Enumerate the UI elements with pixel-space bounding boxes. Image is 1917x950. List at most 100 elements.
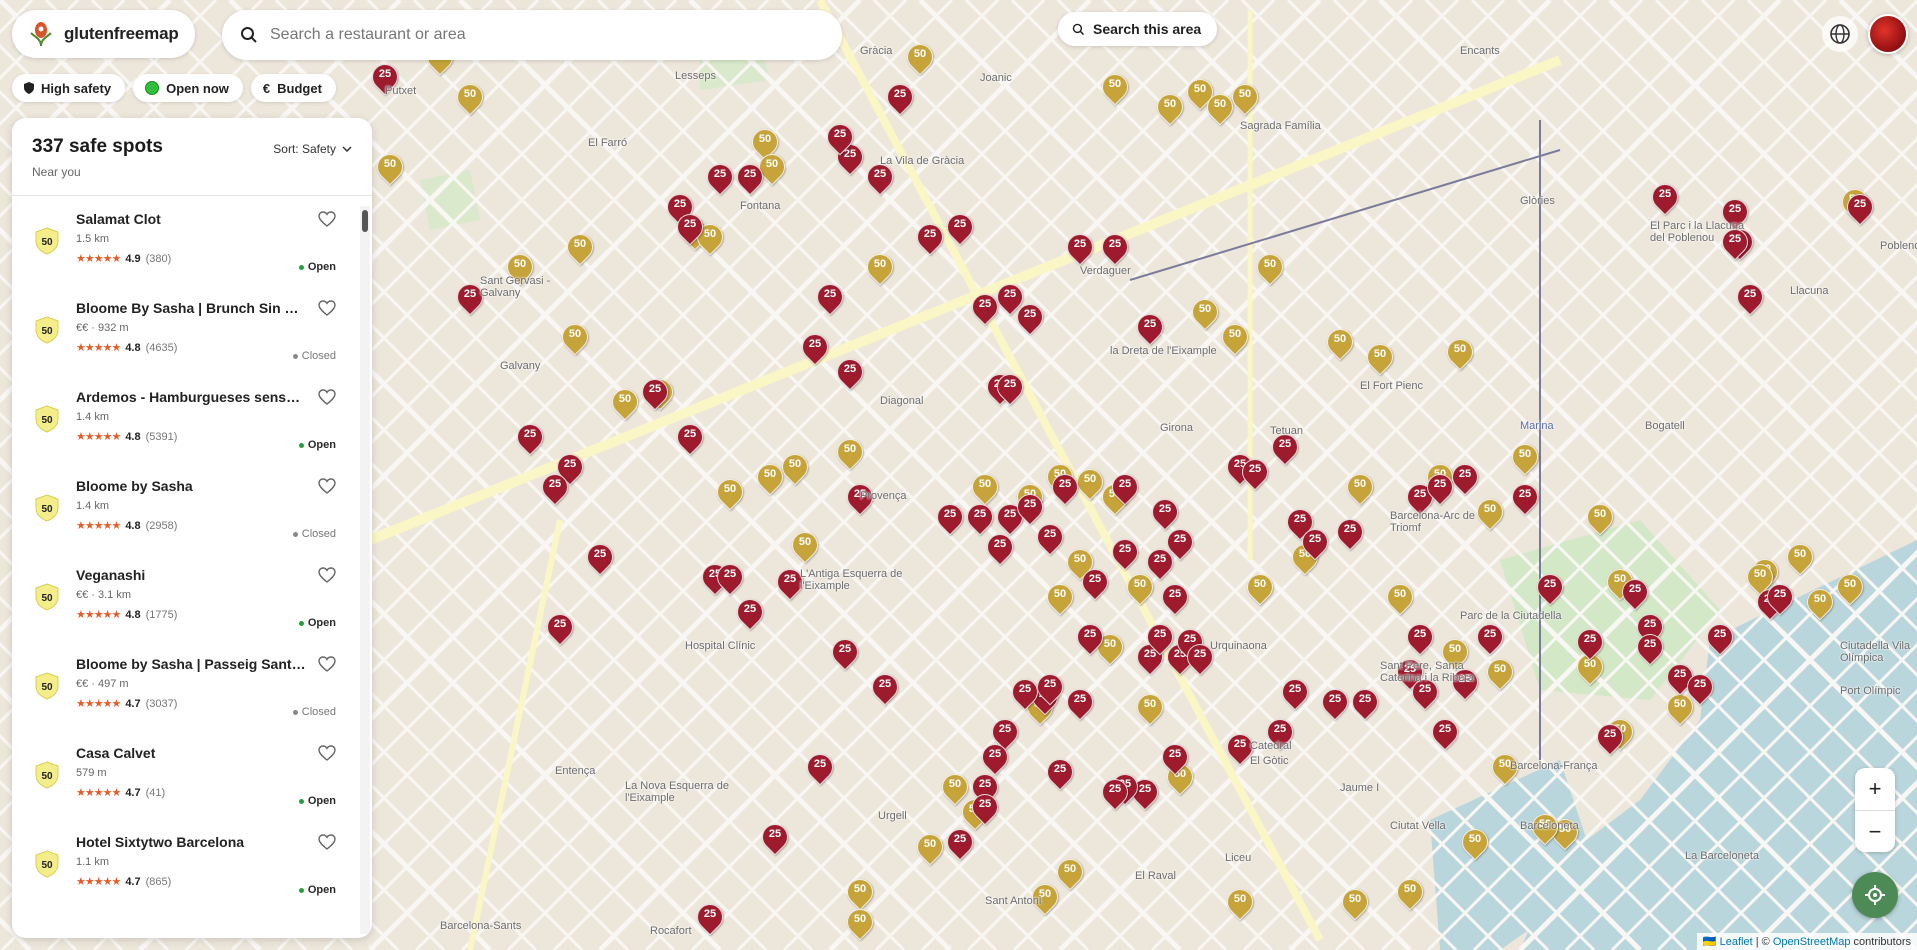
safety-50-map-pin[interactable]: 50	[561, 228, 599, 266]
safety-25-map-pin[interactable]: 25	[1331, 513, 1369, 551]
safety-50-map-pin[interactable]: 50	[966, 468, 1004, 506]
restaurant-name[interactable]: Salamat Clot	[76, 211, 306, 227]
safety-25-map-pin[interactable]: 25	[1531, 568, 1569, 606]
safety-50-map-pin[interactable]: 50	[911, 828, 949, 866]
safety-25-map-pin[interactable]: 25	[801, 748, 839, 786]
safety-25-map-pin[interactable]: 25	[511, 418, 549, 456]
safety-25-map-pin[interactable]: 25	[1276, 673, 1314, 711]
safety-50-map-pin[interactable]: 50	[1336, 883, 1374, 921]
list-item[interactable]: 50 Hotel Sixtytwo Barcelona 1.1 km ★★★★★…	[12, 820, 372, 909]
safety-50-map-pin[interactable]: 50	[1201, 88, 1239, 126]
chip-budget[interactable]: € Budget	[250, 74, 336, 102]
safety-25-map-pin[interactable]: 25	[1646, 178, 1684, 216]
zoom-out-button[interactable]: −	[1855, 810, 1895, 852]
safety-25-map-pin[interactable]: 25	[1156, 738, 1194, 776]
search-bar[interactable]	[222, 10, 842, 60]
safety-25-map-pin[interactable]: 25	[1011, 488, 1049, 526]
safety-50-map-pin[interactable]: 50	[1221, 883, 1259, 921]
safety-25-map-pin[interactable]: 25	[1701, 618, 1739, 656]
safety-25-map-pin[interactable]: 25	[1071, 618, 1109, 656]
restaurant-name[interactable]: Veganashi	[76, 567, 306, 583]
safety-50-map-pin[interactable]: 50	[371, 148, 409, 186]
safety-50-map-pin[interactable]: 50	[451, 78, 489, 116]
safety-25-map-pin[interactable]: 25	[881, 78, 919, 116]
safety-25-map-pin[interactable]: 25	[966, 788, 1004, 826]
safety-25-map-pin[interactable]: 25	[581, 538, 619, 576]
safety-25-map-pin[interactable]: 25	[1421, 468, 1459, 506]
safety-50-map-pin[interactable]: 50	[751, 458, 789, 496]
safety-50-map-pin[interactable]: 50	[1456, 823, 1494, 861]
safety-25-map-pin[interactable]: 25	[931, 498, 969, 536]
safety-50-map-pin[interactable]: 50	[1216, 318, 1254, 356]
safety-50-map-pin[interactable]: 50	[1481, 653, 1519, 691]
chip-open-now[interactable]: Open now	[133, 74, 243, 102]
safety-25-map-pin[interactable]: 25	[1096, 228, 1134, 266]
safety-25-map-pin[interactable]: 25	[731, 158, 769, 196]
safety-25-map-pin[interactable]: 25	[1061, 683, 1099, 721]
safety-25-map-pin[interactable]: 25	[541, 608, 579, 646]
heart-icon[interactable]	[318, 834, 336, 850]
safety-25-map-pin[interactable]: 25	[981, 528, 1019, 566]
safety-25-map-pin[interactable]: 25	[1266, 428, 1304, 466]
safety-50-map-pin[interactable]: 50	[1226, 78, 1264, 116]
safety-25-map-pin[interactable]: 25	[1571, 623, 1609, 661]
heart-icon[interactable]	[318, 745, 336, 761]
safety-25-map-pin[interactable]: 25	[1761, 578, 1799, 616]
safety-50-map-pin[interactable]: 50	[776, 448, 814, 486]
safety-25-map-pin[interactable]: 25	[796, 328, 834, 366]
safety-25-map-pin[interactable]: 25	[1841, 188, 1879, 226]
safety-25-map-pin[interactable]: 25	[1591, 718, 1629, 756]
safety-25-map-pin[interactable]: 25	[941, 823, 979, 861]
user-avatar[interactable]	[1868, 14, 1908, 54]
list-item[interactable]: 50 Veganashi €€ · 3.1 km ★★★★★ 4.8 (1775…	[12, 553, 372, 642]
safety-25-map-pin[interactable]: 25	[1141, 618, 1179, 656]
safety-50-map-pin[interactable]: 50	[1051, 853, 1089, 891]
safety-25-map-pin[interactable]: 25	[1236, 453, 1274, 491]
safety-50-map-pin[interactable]: 50	[711, 473, 749, 511]
safety-25-map-pin[interactable]: 25	[1446, 458, 1484, 496]
search-input[interactable]	[270, 26, 824, 44]
safety-50-map-pin[interactable]: 50	[1151, 88, 1189, 126]
safety-25-map-pin[interactable]: 25	[1731, 278, 1769, 316]
safety-50-map-pin[interactable]: 50	[1581, 498, 1619, 536]
zoom-in-button[interactable]: +	[1855, 768, 1895, 810]
brand-logo-pill[interactable]: glutenfreemap	[12, 10, 195, 58]
safety-25-map-pin[interactable]: 25	[866, 668, 904, 706]
safety-25-map-pin[interactable]: 25	[941, 208, 979, 246]
heart-icon[interactable]	[318, 656, 336, 672]
safety-25-map-pin[interactable]: 25	[691, 898, 729, 936]
heart-icon[interactable]	[318, 211, 336, 227]
safety-25-map-pin[interactable]: 25	[756, 818, 794, 856]
heart-icon[interactable]	[318, 389, 336, 405]
safety-50-map-pin[interactable]: 50	[1041, 578, 1079, 616]
safety-25-map-pin[interactable]: 25	[911, 218, 949, 256]
heart-icon[interactable]	[318, 567, 336, 583]
osm-link[interactable]: OpenStreetMap	[1773, 936, 1851, 948]
safety-50-map-pin[interactable]: 50	[606, 383, 644, 421]
safety-50-map-pin[interactable]: 50	[1186, 293, 1224, 331]
safety-25-map-pin[interactable]: 25	[976, 738, 1014, 776]
safety-50-map-pin[interactable]: 50	[1241, 568, 1279, 606]
safety-25-map-pin[interactable]: 25	[1006, 673, 1044, 711]
heart-icon[interactable]	[318, 478, 336, 494]
safety-25-map-pin[interactable]: 25	[731, 593, 769, 631]
safety-50-map-pin[interactable]: 50	[786, 526, 824, 564]
restaurant-name[interactable]: Casa Calvet	[76, 745, 306, 761]
list-item[interactable]: 50 Bloome By Sasha | Brunch Sin Gluten €…	[12, 286, 372, 375]
safety-25-map-pin[interactable]: 25	[861, 158, 899, 196]
safety-25-map-pin[interactable]: 25	[711, 558, 749, 596]
safety-25-map-pin[interactable]: 25	[1401, 618, 1439, 656]
safety-50-map-pin[interactable]: 50	[831, 433, 869, 471]
safety-25-map-pin[interactable]: 25	[1076, 563, 1114, 601]
search-this-area-button[interactable]: Search this area	[1058, 12, 1218, 46]
list-item[interactable]: 50 Bloome by Sasha | Passeig Sant Joan €…	[12, 642, 372, 731]
safety-25-map-pin[interactable]: 25	[701, 158, 739, 196]
safety-50-map-pin[interactable]: 50	[1071, 463, 1109, 501]
safety-50-map-pin[interactable]: 50	[841, 873, 879, 911]
safety-25-map-pin[interactable]: 25	[966, 288, 1004, 326]
safety-25-map-pin[interactable]: 25	[1681, 668, 1719, 706]
safety-25-map-pin[interactable]: 25	[821, 118, 859, 156]
safety-25-map-pin[interactable]: 25	[1146, 493, 1184, 531]
safety-25-map-pin[interactable]: 25	[961, 498, 999, 536]
restaurant-name[interactable]: Bloome by Sasha | Passeig Sant Joan	[76, 656, 306, 672]
